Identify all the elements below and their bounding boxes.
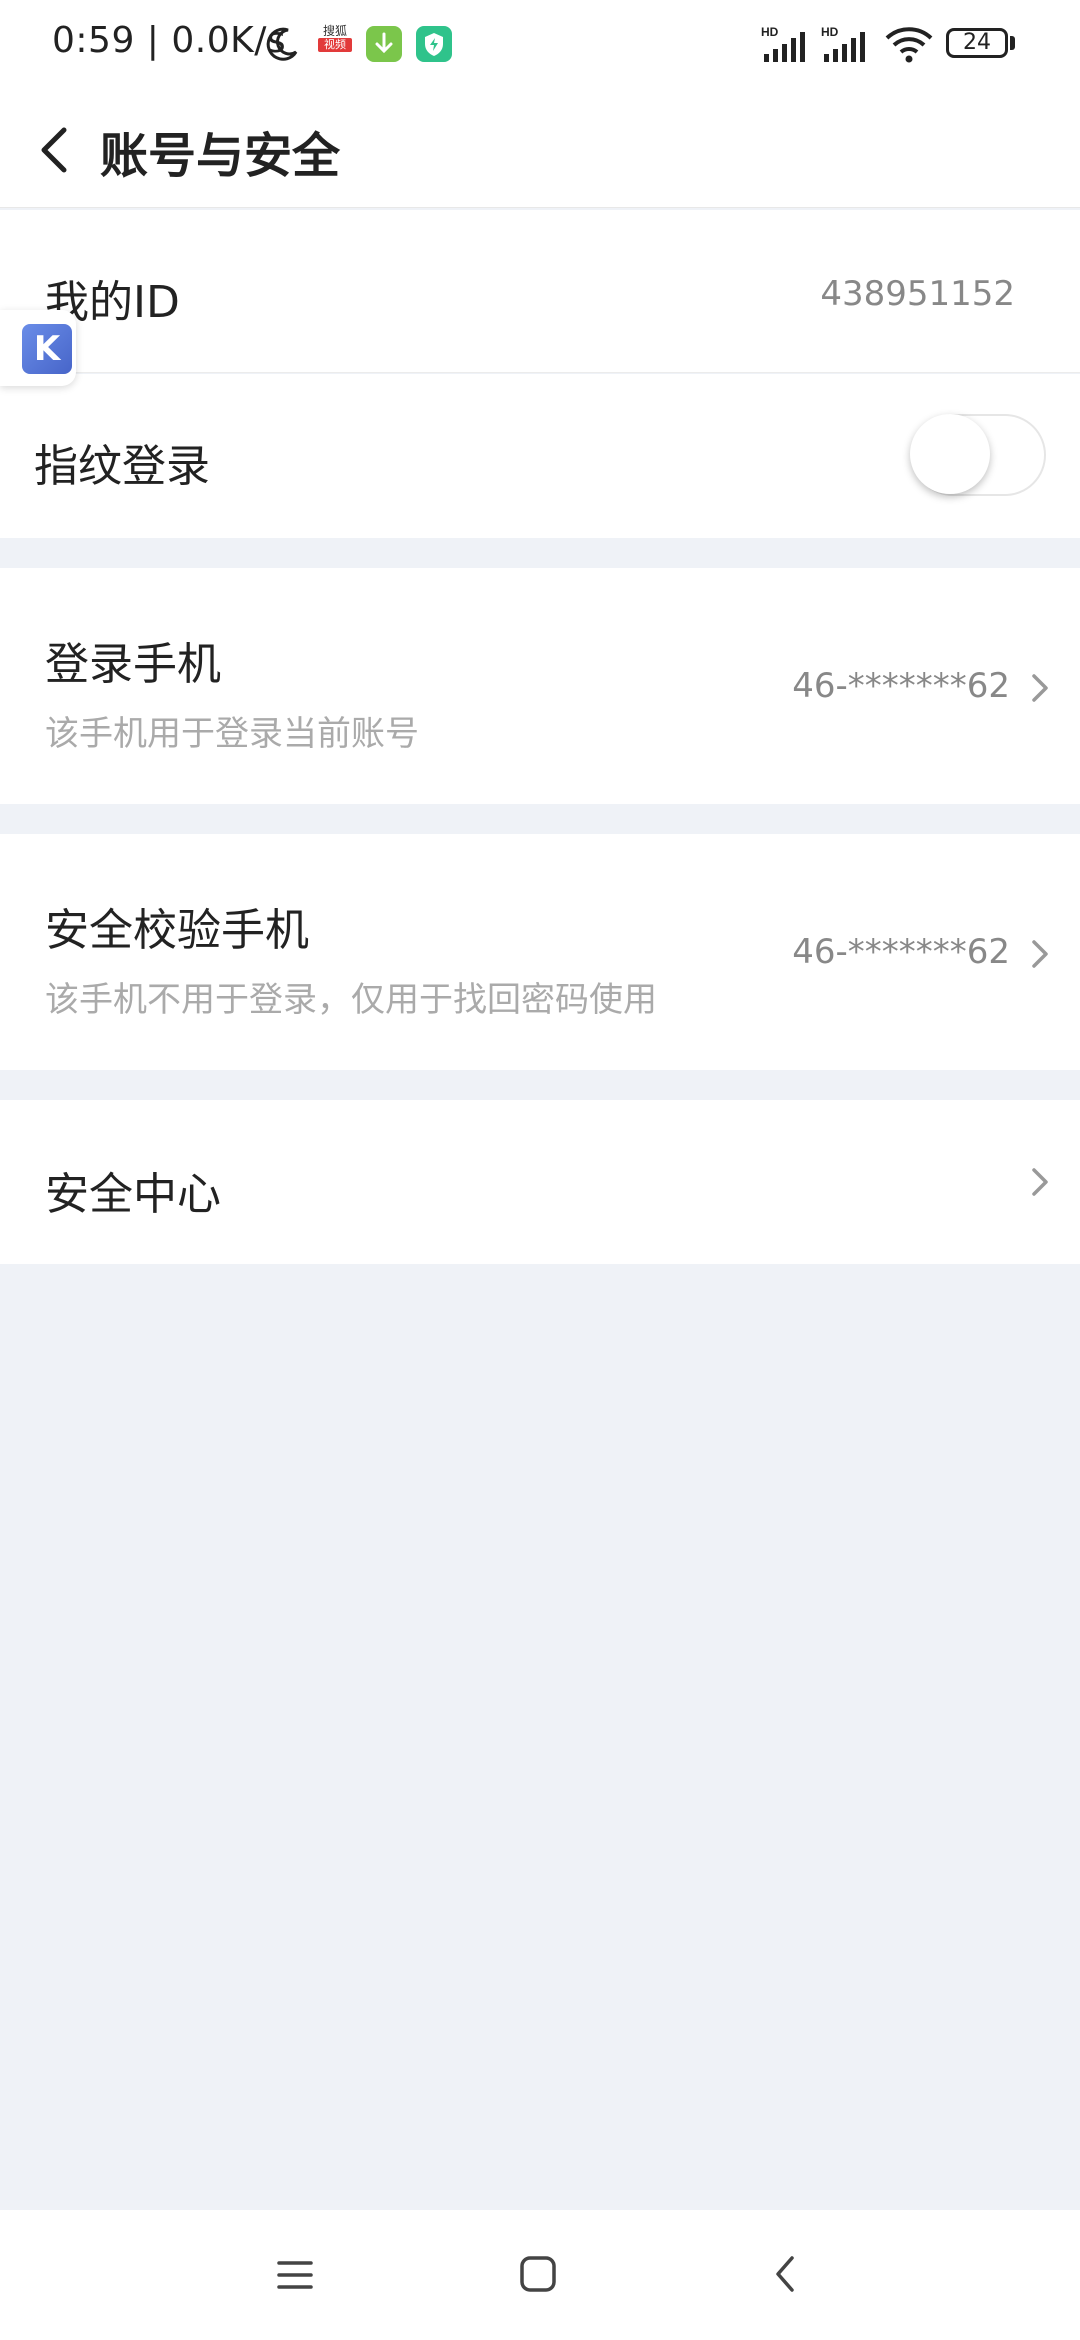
navigation-bar <box>0 2210 1080 2340</box>
my-id-row: 我的ID 438951152 <box>0 210 1080 373</box>
floating-app-badge[interactable]: K <box>0 310 76 386</box>
moon-icon <box>266 27 298 61</box>
menu-icon[interactable] <box>275 2255 315 2295</box>
download-app-icon <box>366 26 402 62</box>
back-arrow-icon[interactable] <box>28 108 88 188</box>
chevron-right-icon <box>1032 1168 1048 1196</box>
security-center-label: 安全中心 <box>45 1169 221 1220</box>
sohu-video-icon: 搜狐 视频 <box>318 24 352 60</box>
fingerprint-login-row: 指纹登录 <box>0 374 1080 538</box>
battery-icon: 24 <box>946 28 1008 58</box>
nav-back-icon[interactable] <box>770 2252 800 2296</box>
fingerprint-toggle[interactable] <box>910 414 1046 496</box>
signal-icon-2: HD <box>821 25 865 62</box>
toggle-knob <box>910 414 990 494</box>
security-phone-value: 46-*******62 <box>792 932 1010 972</box>
security-phone-label: 安全校验手机 <box>45 905 309 956</box>
login-phone-label: 登录手机 <box>45 639 221 690</box>
shield-app-icon <box>416 26 452 62</box>
svg-text:HD: HD <box>821 25 839 39</box>
battery-tip <box>1010 36 1015 50</box>
svg-text:HD: HD <box>761 25 779 39</box>
login-phone-row[interactable]: 登录手机 该手机用于登录当前账号 46-*******62 <box>0 568 1080 804</box>
status-time: 0:59 | 0.0K/s <box>52 20 287 61</box>
security-phone-subtitle: 该手机不用于登录，仅用于找回密码使用 <box>45 980 657 1020</box>
screen: 0:59 | 0.0K/s 搜狐 视频 HD HD 24 账号与安全 我的ID … <box>0 0 1080 2340</box>
login-phone-value: 46-*******62 <box>792 666 1010 706</box>
header: 账号与安全 <box>0 90 1080 208</box>
signal-icon: HD <box>761 25 805 62</box>
k-app-icon: K <box>22 324 72 374</box>
security-center-row[interactable]: 安全中心 <box>0 1100 1080 1264</box>
wifi-icon <box>885 27 933 63</box>
chevron-right-icon <box>1032 674 1048 702</box>
status-bar: 0:59 | 0.0K/s 搜狐 视频 HD HD 24 <box>0 0 1080 90</box>
security-phone-row[interactable]: 安全校验手机 该手机不用于登录，仅用于找回密码使用 46-*******62 <box>0 834 1080 1070</box>
page-title: 账号与安全 <box>100 128 341 184</box>
home-icon[interactable] <box>518 2254 558 2294</box>
my-id-value: 438951152 <box>820 274 1015 314</box>
chevron-right-icon <box>1032 940 1048 968</box>
login-phone-subtitle: 该手机用于登录当前账号 <box>45 714 419 754</box>
fingerprint-login-label: 指纹登录 <box>34 441 210 492</box>
